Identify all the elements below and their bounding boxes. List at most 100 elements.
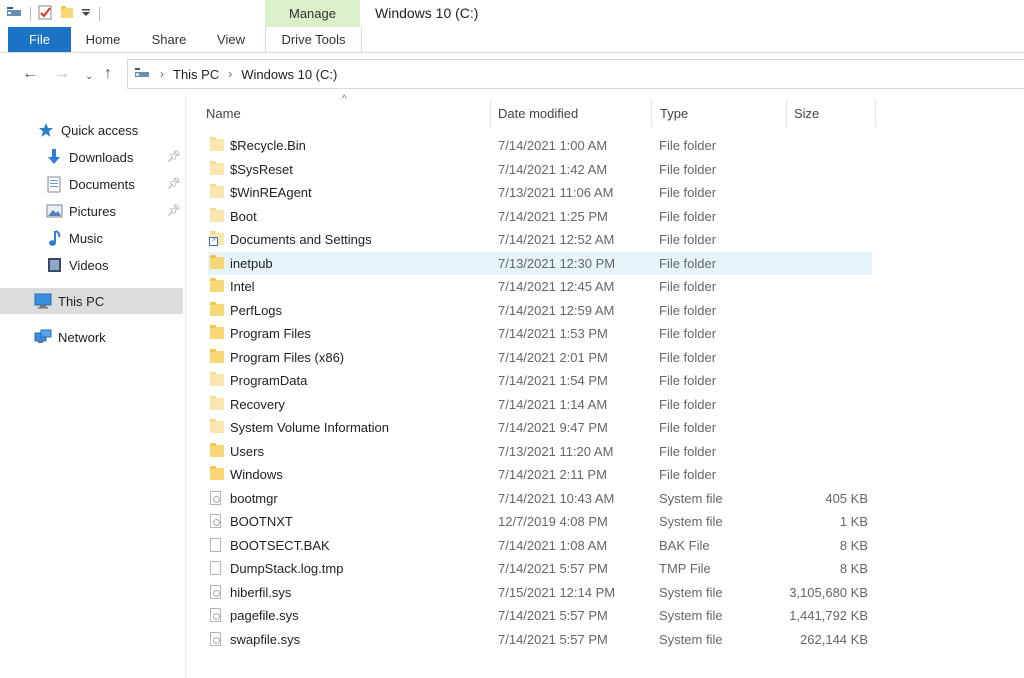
folder-faded-icon [210, 160, 224, 175]
folder-icon [210, 278, 224, 292]
tab-file[interactable]: File [8, 27, 71, 52]
column-divider[interactable] [875, 99, 876, 127]
computer-monitor-icon [34, 292, 52, 310]
recent-locations-chevron-icon[interactable]: ⌄ [85, 68, 93, 86]
navigation-pane: Quick access Downloads 📌︎ Documents 📌︎ P… [0, 94, 186, 678]
table-row[interactable]: PerfLogs 7/14/2021 12:59 AM File folder [208, 299, 872, 323]
breadcrumb-chevron-icon[interactable]: › [160, 67, 164, 81]
sidebar-item-label: Network [58, 329, 106, 345]
file-list: ^ Name Date modified Type Size $Recycle.… [186, 94, 1024, 678]
back-arrow-icon[interactable]: ← [22, 65, 38, 83]
star-icon [37, 121, 55, 139]
file-type: File folder [659, 138, 717, 153]
table-row[interactable]: Intel 7/14/2021 12:45 AM File folder [208, 275, 872, 299]
file-date-modified: 7/14/2021 1:54 PM [498, 373, 608, 388]
column-divider[interactable] [651, 99, 652, 127]
sidebar-item-music[interactable]: Music [0, 225, 183, 251]
table-row[interactable]: Recovery 7/14/2021 1:14 AM File folder [208, 393, 872, 417]
table-row[interactable]: Program Files 7/14/2021 1:53 PM File folde… [208, 322, 872, 346]
sidebar-item-quick-access[interactable]: Quick access [0, 117, 183, 143]
column-divider[interactable] [490, 99, 491, 127]
folder-icon [210, 254, 224, 269]
file-date-modified: 7/14/2021 9:47 PM [498, 420, 608, 435]
breadcrumb-chevron-icon[interactable]: › [228, 67, 232, 81]
table-row[interactable]: $Recycle.Bin 7/14/2021 1:00 AM File folder [208, 134, 872, 158]
file-date-modified: 7/14/2021 12:59 AM [498, 302, 615, 318]
sidebar-item-label: Music [69, 230, 103, 246]
table-row[interactable]: pagefile.sys 7/14/2021 5:57 PM System file… [208, 604, 872, 628]
column-header-size[interactable]: Size [794, 98, 874, 130]
table-row[interactable]: Windows 7/14/2021 2:11 PM File folder [208, 463, 872, 487]
tab-share[interactable]: Share [148, 27, 190, 52]
sidebar-item-pictures[interactable]: Pictures 📌︎ [0, 198, 183, 224]
navigation-bar: ← → ⌄ ↑ › This PC › Windows 10 (C:) [0, 57, 1024, 93]
file-type: File folder [659, 326, 717, 341]
column-header-type[interactable]: Type [660, 98, 780, 130]
file-name: Recovery [230, 396, 285, 412]
table-row[interactable]: System Volume Information 7/14/2021 9:47 … [208, 416, 872, 440]
pin-icon[interactable]: 📌︎ [167, 177, 181, 190]
breadcrumb-drive[interactable]: Windows 10 (C:) [241, 67, 337, 82]
file-date-modified: 7/13/2021 11:06 AM [498, 185, 614, 200]
system-file-icon [210, 490, 221, 506]
column-divider[interactable] [786, 99, 787, 127]
table-row[interactable]: Program Files (x86) 7/14/2021 2:01 PM File… [208, 346, 872, 370]
table-row[interactable]: BOOTNXT 12/7/2019 4:08 PM System file 1 KB [208, 510, 872, 534]
file-size: 405 KB [825, 490, 868, 506]
file-size: 262,144 KB [800, 631, 868, 647]
pin-icon[interactable]: 📌︎ [167, 150, 181, 163]
customize-toolbar-icon[interactable] [81, 6, 91, 21]
file-name: hiberfil.sys [230, 584, 292, 600]
properties-icon[interactable] [37, 4, 53, 23]
file-type: File folder [659, 396, 717, 412]
tab-view[interactable]: View [213, 27, 249, 52]
tab-drive-tools[interactable]: Drive Tools [265, 27, 362, 52]
new-folder-icon[interactable] [59, 4, 75, 23]
sidebar-item-documents[interactable]: Documents 📌︎ [0, 171, 183, 197]
file-name: BOOTSECT.BAK [230, 537, 330, 553]
file-type: File folder [659, 185, 717, 200]
table-row[interactable]: BOOTSECT.BAK 7/14/2021 1:08 AM BAK File 8 K… [208, 534, 872, 558]
address-bar[interactable]: › This PC › Windows 10 (C:) [127, 59, 1024, 89]
file-date-modified: 7/14/2021 1:53 PM [498, 326, 608, 341]
up-arrow-icon[interactable]: ↑ [104, 65, 112, 83]
drive-icon[interactable] [6, 5, 22, 22]
forward-arrow-icon[interactable]: → [54, 65, 70, 83]
this-pc-small-icon [134, 66, 150, 83]
file-size: 3,105,680 KB [789, 584, 868, 600]
breadcrumb-this-pc[interactable]: This PC [173, 67, 219, 82]
folder-faded-icon [210, 395, 224, 410]
folder-faded-icon [210, 207, 224, 222]
file-type: System file [659, 608, 723, 623]
column-header-name[interactable]: Name [206, 98, 488, 130]
table-row[interactable]: DumpStack.log.tmp 7/14/2021 5:57 PM TMP Fi… [208, 557, 872, 581]
manage-context-tab[interactable]: Manage [265, 0, 360, 27]
sidebar-item-network[interactable]: Network [0, 324, 183, 350]
column-header-date-modified[interactable]: Date modified [498, 98, 648, 130]
table-row[interactable]: $WinREAgent 7/13/2021 11:06 AM File folder [208, 181, 872, 205]
document-icon [45, 175, 63, 193]
table-row[interactable]: $SysReset 7/14/2021 1:42 AM File folder [208, 158, 872, 182]
table-row[interactable]: ↗ Documents and Settings 7/14/2021 12:52 A… [208, 228, 872, 252]
file-name: $SysReset [230, 161, 293, 177]
picture-icon [45, 202, 63, 220]
table-row[interactable]: inetpub 7/13/2021 12:30 PM File folder [208, 251, 872, 275]
file-name: $Recycle.Bin [230, 138, 306, 153]
tab-home[interactable]: Home [82, 27, 124, 52]
table-row[interactable]: ProgramData 7/14/2021 1:54 PM File folder [208, 369, 872, 393]
table-row[interactable]: bootmgr 7/14/2021 10:43 AM System file 405 … [208, 487, 872, 511]
file-type: File folder [659, 208, 717, 224]
sidebar-item-this-pc[interactable]: This PC [0, 288, 183, 314]
table-row[interactable]: swapfile.sys 7/14/2021 5:57 PM System file… [208, 628, 872, 652]
pin-icon[interactable]: 📌︎ [167, 204, 181, 217]
file-size: 1,441,792 KB [789, 608, 868, 623]
download-arrow-icon [45, 148, 63, 166]
table-row[interactable]: hiberfil.sys 7/15/2021 12:14 PM System fil… [208, 581, 872, 605]
file-date-modified: 7/14/2021 5:57 PM [498, 608, 608, 623]
sidebar-item-videos[interactable]: Videos [0, 252, 183, 278]
sidebar-item-downloads[interactable]: Downloads 📌︎ [0, 144, 183, 170]
file-name: Users [230, 443, 264, 459]
table-row[interactable]: Boot 7/14/2021 1:25 PM File folder [208, 205, 872, 229]
file-name: Documents and Settings [230, 232, 372, 247]
table-row[interactable]: Users 7/13/2021 11:20 AM File folder [208, 440, 872, 464]
